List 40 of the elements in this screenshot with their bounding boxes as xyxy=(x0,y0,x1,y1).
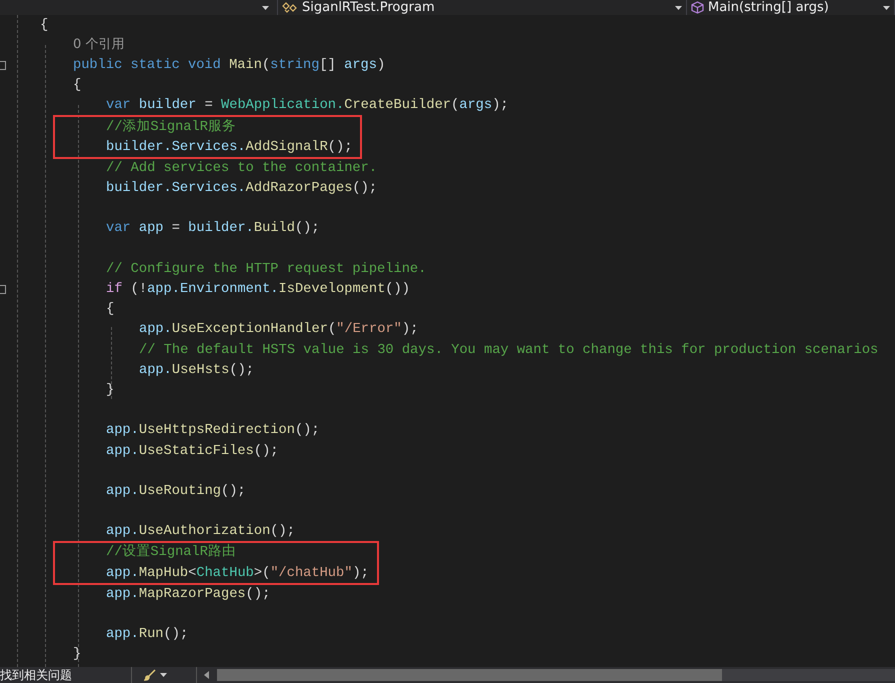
code-line: // Add services to the container. xyxy=(106,160,378,178)
status-message: 找到相关问题 xyxy=(0,667,132,683)
code-line: app.MapRazorPages(); xyxy=(106,586,270,604)
caret-icon xyxy=(675,6,682,10)
horizontal-scrollbar[interactable] xyxy=(217,669,895,681)
code-line: app.UseHttpsRedirection(); xyxy=(106,422,320,440)
code-line: } xyxy=(106,382,114,400)
code-line: //添加SignalR服务 xyxy=(106,118,236,137)
code-line: { xyxy=(106,301,114,320)
caret-icon xyxy=(883,6,890,10)
scope-dropdown[interactable]: SiganlRTest.Program xyxy=(278,0,687,15)
code-line: app.UseRouting(); xyxy=(106,482,246,501)
class-icon xyxy=(282,2,298,14)
code-line: app.UseExceptionHandler("/Error"); xyxy=(139,321,418,340)
caret-icon xyxy=(160,673,167,677)
code-line: builder.Services.AddRazorPages(); xyxy=(106,180,378,198)
scrollbar-thumb[interactable] xyxy=(217,669,722,681)
code-line: builder.Services.AddSignalR(); xyxy=(106,138,352,157)
code-line: app.Run(); xyxy=(106,626,188,644)
code-line: { xyxy=(73,77,82,96)
code-line: app.UseHsts(); xyxy=(139,362,254,380)
caret-icon xyxy=(262,6,269,10)
code-line: } xyxy=(73,646,82,664)
code-line: if (!app.Environment.IsDevelopment()) xyxy=(106,281,410,300)
scope-dropdown[interactable]: Main(string[] args) xyxy=(687,0,895,15)
code-line: { xyxy=(40,16,48,35)
cube-icon xyxy=(691,1,704,14)
code-line: var builder = WebApplication.CreateBuilder(args); xyxy=(106,97,509,116)
code-line: // The default HSTS value is 30 days. You may want to change this for production scenarios xyxy=(139,342,878,360)
code-line: app.UseAuthorization(); xyxy=(106,523,295,542)
code-line: var app = builder.Build(); xyxy=(106,220,320,238)
code-line: public static void Main(string[] args) xyxy=(73,56,386,75)
code-line: app.MapHub<ChatHub>("/chatHub"); xyxy=(106,564,369,583)
code-line: app.UseStaticFiles(); xyxy=(106,442,279,461)
brush-icon xyxy=(144,669,156,681)
code-line: // Configure the HTTP request pipeline. xyxy=(106,260,426,279)
code-line: //设置SignalR路由 xyxy=(106,543,236,562)
collapse-icon[interactable] xyxy=(0,61,6,70)
code-line: 0 个引用 xyxy=(73,36,124,54)
collapse-icon[interactable] xyxy=(0,285,6,294)
